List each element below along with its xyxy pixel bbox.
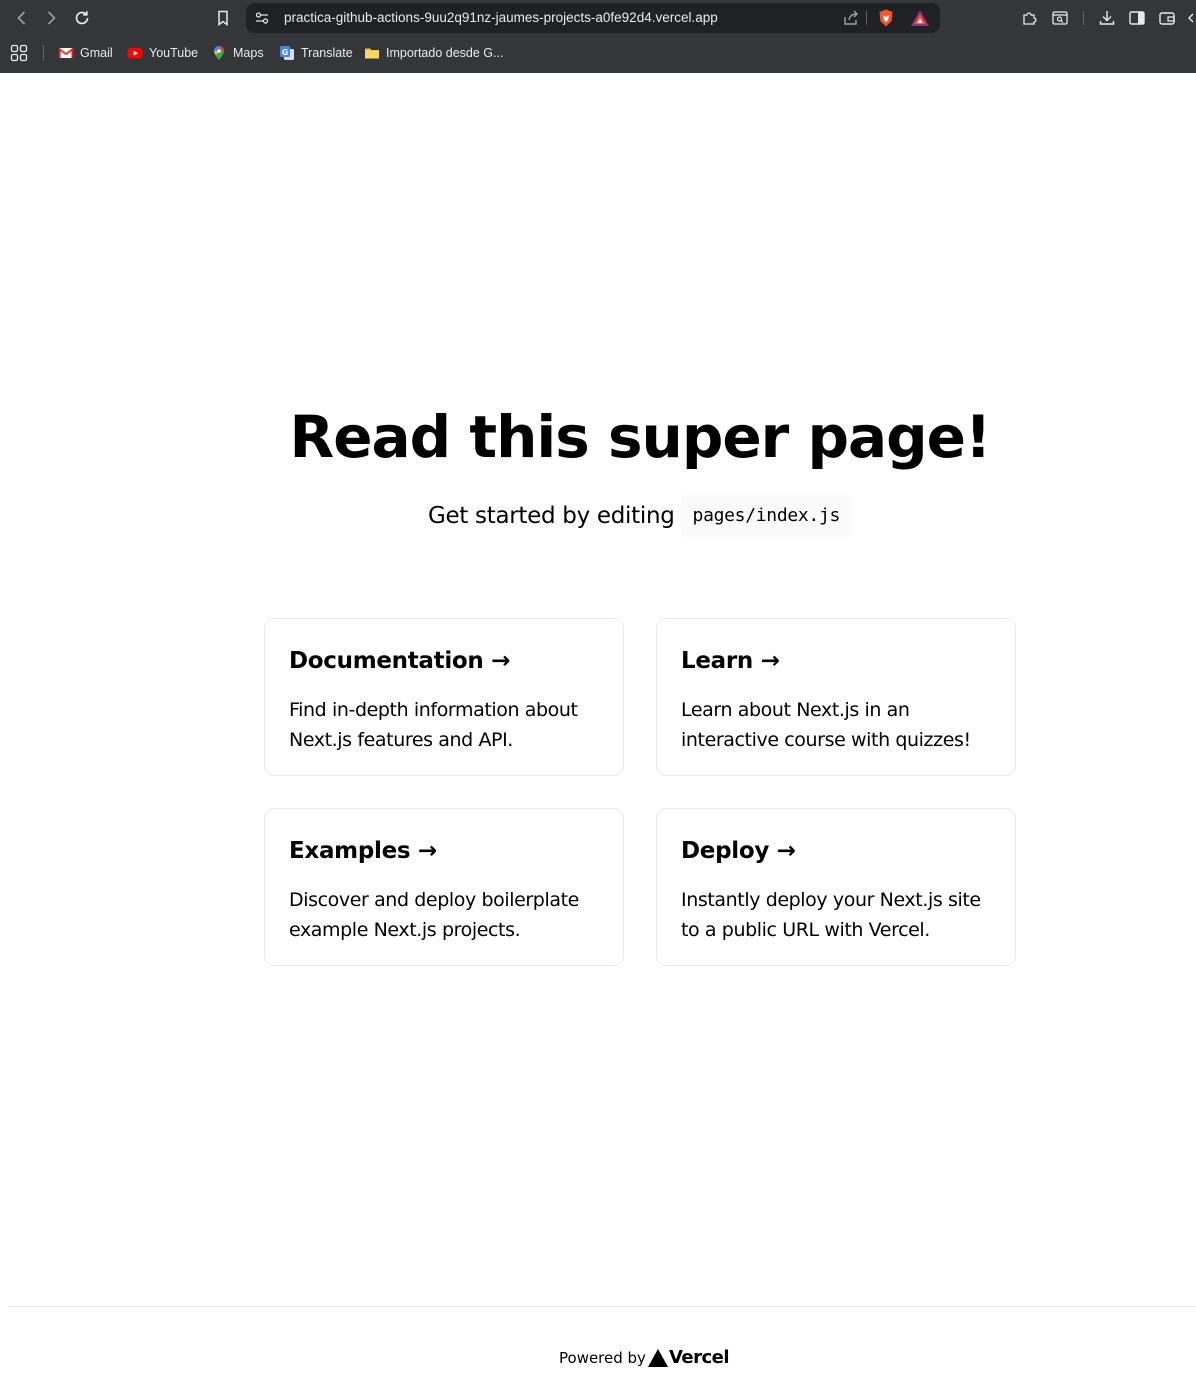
- bookmark-folder-imported[interactable]: Importado desde G...: [364, 44, 503, 62]
- chevron-left-small-icon: [1188, 13, 1194, 23]
- svg-text:G: G: [282, 48, 289, 57]
- page-footer: Powered by Vercel: [8, 1306, 1196, 1400]
- folder-icon: [364, 45, 380, 61]
- bookmark-youtube[interactable]: YouTube: [127, 44, 198, 62]
- share-icon[interactable]: [842, 9, 860, 27]
- translate-icon: G: [279, 45, 295, 61]
- page-content: Read this super page! Get started by edi…: [0, 73, 1196, 1400]
- wallet-button[interactable]: [1156, 7, 1178, 29]
- vercel-logo: Vercel: [647, 1347, 730, 1368]
- sidebar-icon: [1129, 11, 1145, 25]
- gmail-icon: [58, 45, 74, 61]
- browser-chrome: practica-github-actions-9uu2q91nz-jaumes…: [0, 0, 1196, 73]
- brave-shields-icon[interactable]: [876, 8, 896, 28]
- browser-toolbar: practica-github-actions-9uu2q91nz-jaumes…: [0, 0, 1196, 36]
- site-info-icon[interactable]: [254, 10, 270, 26]
- card-description: Discover and deploy boilerplate example …: [289, 889, 579, 941]
- card-documentation[interactable]: Documentation → Find in-depth informatio…: [264, 618, 624, 776]
- code-snippet: pages/index.js: [680, 495, 853, 537]
- wallet-icon: [1159, 12, 1175, 25]
- forward-button[interactable]: [40, 7, 62, 29]
- card-deploy[interactable]: Deploy → Instantly deploy your Next.js s…: [656, 808, 1016, 966]
- address-bar[interactable]: practica-github-actions-9uu2q91nz-jaumes…: [246, 3, 940, 33]
- powered-by-vercel-link[interactable]: Powered by Vercel: [559, 1347, 730, 1368]
- description-text: Get started by editing: [427, 503, 675, 529]
- card-title: Documentation →: [289, 648, 511, 674]
- bookmark-label: Importado desde G...: [386, 46, 504, 60]
- maps-icon: [211, 45, 227, 61]
- page-description: Get started by editing pages/index.js: [0, 495, 1196, 537]
- bookmark-icon: [218, 10, 228, 26]
- bookmark-page-button[interactable]: [212, 7, 234, 29]
- toolbar-divider: [1083, 11, 1084, 25]
- bookmark-label: Gmail: [80, 46, 113, 60]
- card-description: Find in-depth information about Next.js …: [289, 699, 578, 751]
- card-learn[interactable]: Learn → Learn about Next.js in an intera…: [656, 618, 1016, 776]
- chevron-right-icon: [47, 11, 56, 25]
- chevron-left-icon: [17, 11, 26, 25]
- tab-search-icon: [1052, 11, 1068, 25]
- bookmarks-bar: Gmail YouTube Maps G Translate Importado…: [0, 38, 1196, 68]
- youtube-icon: [127, 45, 143, 61]
- overflow-button[interactable]: [1184, 7, 1196, 29]
- card-description: Learn about Next.js in an interactive co…: [681, 699, 971, 751]
- card-title: Learn →: [681, 648, 780, 674]
- page-title: Read this super page!: [289, 403, 992, 471]
- bookmark-maps[interactable]: Maps: [211, 44, 264, 62]
- card-title: Deploy →: [681, 838, 796, 864]
- card-title: Examples →: [289, 838, 437, 864]
- brave-rewards-icon[interactable]: [910, 9, 930, 27]
- bookmark-translate[interactable]: G Translate: [279, 44, 353, 62]
- url-text[interactable]: practica-github-actions-9uu2q91nz-jaumes…: [284, 3, 718, 33]
- vercel-triangle-icon: [647, 1348, 668, 1367]
- downloads-button[interactable]: [1096, 7, 1118, 29]
- bookmark-label: YouTube: [149, 46, 199, 60]
- apps-grid-icon[interactable]: [10, 44, 28, 62]
- card-description: Instantly deploy your Next.js site to a …: [681, 889, 981, 941]
- puzzle-icon: [1023, 12, 1037, 25]
- tab-search-button[interactable]: [1049, 7, 1071, 29]
- download-icon: [1099, 11, 1115, 25]
- powered-by-text: Powered by: [559, 1348, 646, 1367]
- sidebar-button[interactable]: [1126, 7, 1148, 29]
- bookmark-gmail[interactable]: Gmail: [58, 44, 113, 62]
- reload-icon: [75, 11, 89, 25]
- bookmarks-divider: [43, 45, 44, 61]
- vercel-wordmark: Vercel: [668, 1347, 730, 1368]
- card-examples[interactable]: Examples → Discover and deploy boilerpla…: [264, 808, 624, 966]
- bookmark-label: Translate: [301, 46, 353, 60]
- extensions-button[interactable]: [1019, 7, 1041, 29]
- omnibox-divider: [866, 11, 867, 25]
- back-button[interactable]: [11, 7, 33, 29]
- reload-button[interactable]: [71, 7, 93, 29]
- bookmark-label: Maps: [233, 46, 264, 60]
